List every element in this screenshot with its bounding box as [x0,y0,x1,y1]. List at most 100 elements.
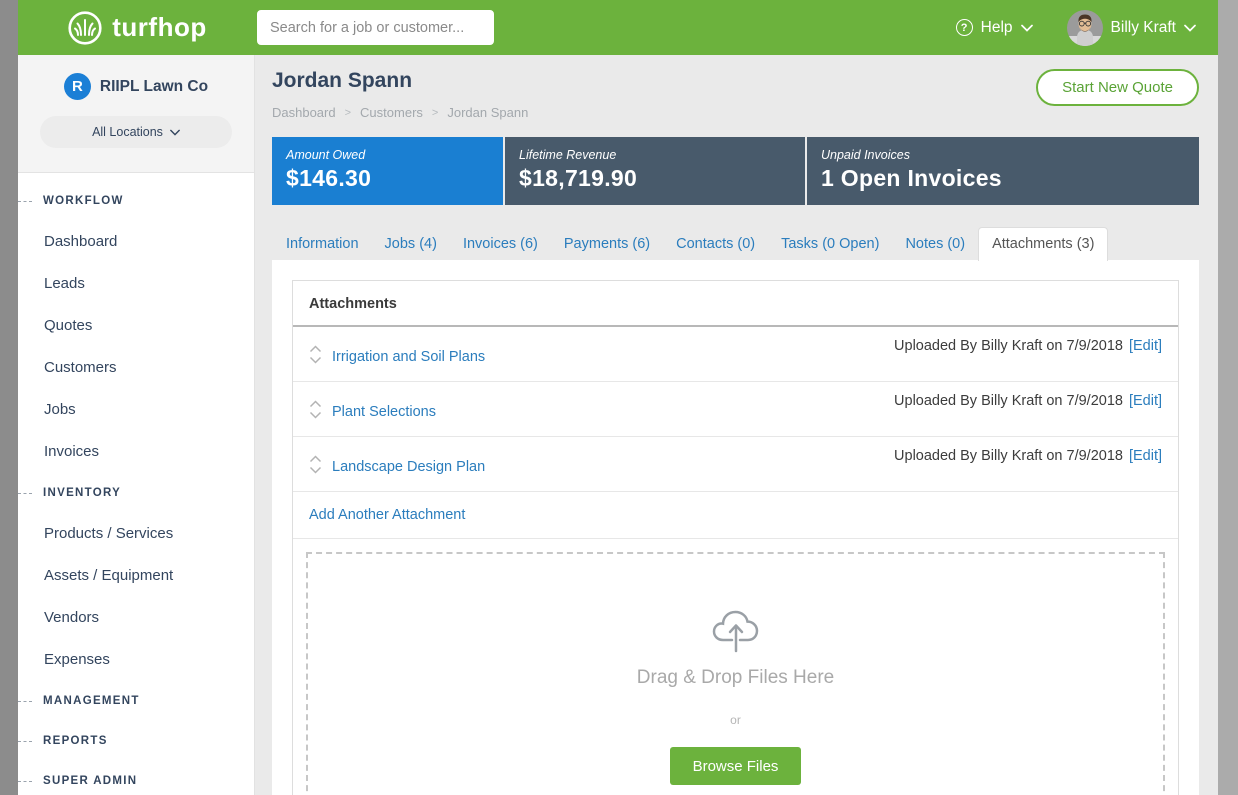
section-dash-icon [18,741,32,742]
start-new-quote-button[interactable]: Start New Quote [1036,69,1199,106]
attachment-meta: Uploaded By Billy Kraft on 7/9/2018[Edit… [894,393,1162,409]
nav-section-super-admin[interactable]: SUPER ADMIN [18,761,254,795]
tab-content-panel: Attachments Irrigation and Soil Plans Up… [272,260,1199,795]
breadcrumb-customers[interactable]: Customers [360,105,423,120]
add-another-attachment-link[interactable]: Add Another Attachment [309,507,465,523]
reorder-handle[interactable] [309,345,322,364]
section-dash-icon [18,701,32,702]
stat-amount-owed: Amount Owed $146.30 [272,137,503,205]
tab-bar: Information Jobs (4) Invoices (6) Paymen… [272,227,1199,260]
tab-notes[interactable]: Notes (0) [892,228,978,260]
chevron-down-icon [309,411,322,419]
sidebar-item-products-services[interactable]: Products / Services [18,513,254,555]
dropzone-title: Drag & Drop Files Here [637,667,834,689]
edit-attachment-link[interactable]: [Edit] [1129,338,1162,354]
sidebar-nav: WORKFLOW Dashboard Leads Quotes Customer… [18,173,254,795]
edit-attachment-link[interactable]: [Edit] [1129,448,1162,464]
company-logo: R [64,73,91,100]
attachment-row: Irrigation and Soil Plans Uploaded By Bi… [293,327,1178,382]
page-header: Jordan Spann Dashboard > Customers > Jor… [272,69,1199,120]
chevron-up-icon [309,455,322,463]
nav-section-reports[interactable]: REPORTS [18,721,254,761]
chevron-down-icon [170,129,180,136]
nav-section-management[interactable]: MANAGEMENT [18,681,254,721]
reorder-handle[interactable] [309,455,322,474]
attachment-row: Plant Selections Uploaded By Billy Kraft… [293,382,1178,437]
tab-information[interactable]: Information [273,228,372,260]
sidebar-item-jobs[interactable]: Jobs [18,389,254,431]
stat-lifetime-revenue: Lifetime Revenue $18,719.90 [505,137,805,205]
brand-logo[interactable]: turfhop [18,9,255,47]
tab-tasks[interactable]: Tasks (0 Open) [768,228,892,260]
help-menu[interactable]: ? Help [956,19,1033,37]
attachments-card: Attachments Irrigation and Soil Plans Up… [292,280,1179,795]
section-dash-icon [18,781,32,782]
tab-invoices[interactable]: Invoices (6) [450,228,551,260]
chevron-down-icon [1184,24,1196,32]
sidebar-item-quotes[interactable]: Quotes [18,305,254,347]
tab-payments[interactable]: Payments (6) [551,228,663,260]
sidebar-item-vendors[interactable]: Vendors [18,597,254,639]
user-name: Billy Kraft [1111,19,1176,37]
top-bar: turfhop ? Help [18,0,1218,55]
tab-attachments[interactable]: Attachments (3) [978,227,1108,261]
breadcrumb-current: Jordan Spann [447,105,528,120]
cloud-upload-icon [708,606,764,654]
grass-logo-icon [66,9,104,47]
page-title: Jordan Spann [272,69,528,93]
breadcrumb-separator: > [432,107,438,119]
stats-bar: Amount Owed $146.30 Lifetime Revenue $18… [272,137,1199,205]
screen: turfhop ? Help [0,0,1238,795]
breadcrumb-dashboard[interactable]: Dashboard [272,105,336,120]
location-selector[interactable]: All Locations [40,116,232,148]
main-content: Jordan Spann Dashboard > Customers > Jor… [255,55,1218,795]
nav-section-inventory[interactable]: INVENTORY [18,473,254,513]
right-edge-strip [1218,0,1238,795]
attachment-meta: Uploaded By Billy Kraft on 7/9/2018[Edit… [894,338,1162,354]
location-selector-label: All Locations [92,125,163,139]
chevron-down-icon [309,356,322,364]
help-label: Help [981,19,1013,37]
attachment-row: Landscape Design Plan Uploaded By Billy … [293,437,1178,492]
nav-section-workflow[interactable]: WORKFLOW [18,181,254,221]
chevron-down-icon [309,466,322,474]
section-dash-icon [18,493,32,494]
top-right-controls: ? Help [956,10,1218,46]
dropzone-container: Drag & Drop Files Here or Browse Files [293,539,1178,795]
edit-attachment-link[interactable]: [Edit] [1129,393,1162,409]
company-name: RIIPL Lawn Co [100,78,208,96]
sidebar-item-dashboard[interactable]: Dashboard [18,221,254,263]
sidebar-item-leads[interactable]: Leads [18,263,254,305]
tab-contacts[interactable]: Contacts (0) [663,228,768,260]
attachment-link[interactable]: Irrigation and Soil Plans [332,349,485,365]
stat-unpaid-invoices: Unpaid Invoices 1 Open Invoices [807,137,1199,205]
company-identity: R RIIPL Lawn Co [32,73,240,100]
user-menu[interactable]: Billy Kraft [1067,10,1196,46]
attachment-link[interactable]: Plant Selections [332,404,436,420]
attachment-meta: Uploaded By Billy Kraft on 7/9/2018[Edit… [894,448,1162,464]
tab-jobs[interactable]: Jobs (4) [372,228,450,260]
attachments-card-title: Attachments [293,281,1178,327]
search-input[interactable] [257,10,494,45]
chevron-down-icon [1021,24,1033,32]
breadcrumb-separator: > [345,107,351,119]
sidebar-item-expenses[interactable]: Expenses [18,639,254,681]
reorder-handle[interactable] [309,400,322,419]
brand-name: turfhop [112,12,206,43]
left-edge-strip [0,0,18,795]
sidebar: R RIIPL Lawn Co All Locations WORKFLOW [18,55,255,795]
attachment-link[interactable]: Landscape Design Plan [332,459,485,475]
section-dash-icon [18,201,32,202]
chevron-up-icon [309,345,322,353]
sidebar-item-assets-equipment[interactable]: Assets / Equipment [18,555,254,597]
dropzone-or-label: or [730,713,741,727]
sidebar-item-invoices[interactable]: Invoices [18,431,254,473]
sidebar-item-customers[interactable]: Customers [18,347,254,389]
app-window: turfhop ? Help [18,0,1218,795]
avatar [1067,10,1103,46]
file-dropzone[interactable]: Drag & Drop Files Here or Browse Files [306,552,1165,795]
browse-files-button[interactable]: Browse Files [670,747,801,785]
company-block: R RIIPL Lawn Co All Locations [18,55,254,173]
breadcrumb: Dashboard > Customers > Jordan Spann [272,105,528,120]
chevron-up-icon [309,400,322,408]
